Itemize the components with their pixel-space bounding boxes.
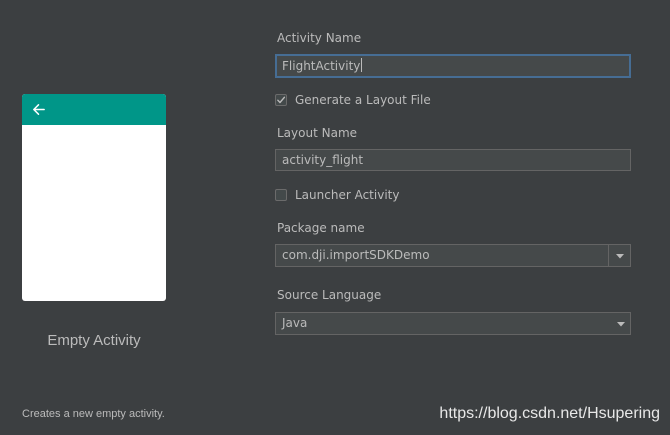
launcher-activity-checkbox[interactable] xyxy=(275,189,287,201)
source-language-label: Source Language xyxy=(277,288,382,302)
preview-app-bar xyxy=(22,94,166,125)
generate-layout-label: Generate a Layout File xyxy=(295,93,431,107)
launcher-activity-row[interactable]: Launcher Activity xyxy=(275,187,399,203)
activity-name-value: FlightActivity xyxy=(282,59,361,73)
activity-name-field[interactable]: FlightActivity xyxy=(275,54,631,78)
package-name-value: com.dji.importSDKDemo xyxy=(282,248,430,262)
package-name-dropdown-button[interactable] xyxy=(608,245,630,266)
template-description: Creates a new empty activity. xyxy=(22,408,165,420)
activity-name-label: Activity Name xyxy=(277,31,362,45)
template-name: Empty Activity xyxy=(47,332,141,349)
package-name-label: Package name xyxy=(277,221,365,235)
watermark: https://blog.csdn.net/Hsupering xyxy=(439,405,660,422)
text-caret xyxy=(361,58,363,72)
arrow-left-icon xyxy=(33,104,45,115)
layout-name-label: Layout Name xyxy=(277,126,358,140)
package-name-combobox[interactable]: com.dji.importSDKDemo xyxy=(275,244,631,267)
checkmark-icon xyxy=(277,96,286,104)
launcher-activity-label: Launcher Activity xyxy=(295,188,400,202)
activity-preview xyxy=(22,94,166,301)
layout-name-value: activity_flight xyxy=(282,153,364,167)
source-language-value: Java xyxy=(282,316,308,330)
chevron-down-icon xyxy=(616,254,624,259)
generate-layout-row[interactable]: Generate a Layout File xyxy=(275,92,431,108)
layout-name-field[interactable]: activity_flight xyxy=(275,149,631,171)
source-language-select[interactable]: Java xyxy=(275,312,631,335)
generate-layout-checkbox[interactable] xyxy=(275,94,287,106)
chevron-down-icon xyxy=(617,322,625,327)
